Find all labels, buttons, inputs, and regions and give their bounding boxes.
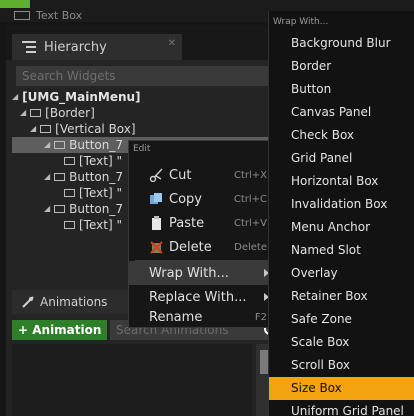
wrap-with-header: Wrap With... <box>273 17 329 27</box>
tree-item-label: [Vertical Box] <box>55 122 136 136</box>
tree-item-label: [Text] " <box>79 186 122 200</box>
widget-icon <box>54 205 66 213</box>
menu-item-label: Replace With... <box>149 289 247 305</box>
hierarchy-tabbar: Hierarchy ✕ <box>6 26 270 60</box>
search-widgets-placeholder: Search Widgets <box>22 69 116 83</box>
animations-tab-label: Animations <box>40 295 108 309</box>
scissors-icon <box>149 168 163 182</box>
widget-icon <box>64 221 75 229</box>
context-menu-header: Edit <box>133 144 151 154</box>
menu-item-delete[interactable]: Delete Delete <box>129 235 277 259</box>
tree-item[interactable]: ◢ [UMG_MainMenu] <box>12 89 270 105</box>
menu-item-label: Wrap With... <box>149 265 229 281</box>
search-widgets-input[interactable]: Search Widgets <box>16 66 268 86</box>
widget-icon <box>54 141 66 149</box>
tree-item-label: Button_7 <box>69 138 123 152</box>
tab-hierarchy[interactable]: Hierarchy ✕ <box>12 34 182 60</box>
wrap-option[interactable]: Safe Zone <box>269 308 414 331</box>
wrap-option[interactable]: Grid Panel <box>269 147 414 170</box>
hierarchy-tab-label: Hierarchy <box>44 39 107 55</box>
animations-list <box>12 344 252 416</box>
menu-item-label: Rename <box>149 309 203 325</box>
widget-icon <box>64 157 75 165</box>
expand-arrow-icon[interactable]: ◢ <box>30 121 36 137</box>
wrap-option[interactable]: Background Blur <box>269 32 414 55</box>
menu-item-label: Paste <box>169 215 205 231</box>
menu-item-label: Delete <box>169 239 212 255</box>
menu-item-shortcut: Ctrl+V <box>233 217 267 229</box>
wrap-option[interactable]: Scroll Box <box>269 354 414 377</box>
scrollbar-thumb[interactable] <box>260 350 268 374</box>
wrap-with-submenu: Wrap With... Background Blur Border Button… <box>268 11 414 416</box>
tab-animations[interactable]: Animations <box>12 290 132 314</box>
wrap-option[interactable]: Menu Anchor <box>269 216 414 239</box>
tree-item-label: [UMG_MainMenu] <box>22 90 141 104</box>
menu-item-copy[interactable]: Copy Ctrl+C <box>129 187 277 211</box>
expand-arrow-icon[interactable]: ◢ <box>44 137 50 153</box>
expand-arrow-icon[interactable]: ◢ <box>20 105 26 121</box>
hierarchy-icon <box>22 41 36 53</box>
wrap-option[interactable]: Overlay <box>269 262 414 285</box>
widget-icon <box>30 109 42 117</box>
delete-icon <box>150 241 163 254</box>
context-menu: Edit Cut Ctrl+X Copy Ctrl+C Paste Ctrl+V… <box>128 140 278 328</box>
tree-item-label: [Border] <box>45 106 95 120</box>
copy-icon <box>150 193 162 204</box>
menu-item-rename[interactable]: Rename F2 <box>129 305 277 329</box>
animations-icon <box>22 296 34 308</box>
tree-item-label: Button_7 <box>69 202 123 216</box>
menu-item-wrap-with[interactable]: Wrap With... <box>129 261 277 285</box>
wrap-option[interactable]: Horizontal Box <box>269 170 414 193</box>
expand-arrow-icon[interactable]: ◢ <box>12 89 18 105</box>
tree-item-label: Button_7 <box>69 170 123 184</box>
text-box-tab[interactable]: Text Box <box>14 9 82 22</box>
menu-item-shortcut: Ctrl+C <box>233 193 267 205</box>
menu-item-label: Copy <box>169 191 202 207</box>
tree-item-label: [Text] " <box>79 218 122 232</box>
tree-item[interactable]: ◢ [Vertical Box] <box>12 121 270 137</box>
wrap-option[interactable]: Button <box>269 78 414 101</box>
menu-item-shortcut: Delete <box>234 241 267 253</box>
menu-item-shortcut: F2 <box>254 311 267 323</box>
text-box-label: Text Box <box>36 9 83 22</box>
wrap-option[interactable]: Retainer Box <box>269 285 414 308</box>
wrap-option[interactable]: Named Slot <box>269 239 414 262</box>
expand-arrow-icon[interactable]: ◢ <box>44 169 50 185</box>
widget-icon <box>64 189 75 197</box>
tree-item-label: [Text] " <box>79 154 122 168</box>
tree-item[interactable]: ◢ [Border] <box>12 105 270 121</box>
wrap-option[interactable]: Scale Box <box>269 331 414 354</box>
paste-icon <box>152 216 161 230</box>
accent-square <box>0 0 30 8</box>
wrap-option[interactable]: Border <box>269 55 414 78</box>
wrap-option[interactable]: Invalidation Box <box>269 193 414 216</box>
add-animation-button[interactable]: + Animation <box>12 320 108 340</box>
widget-icon <box>54 173 66 181</box>
close-icon[interactable]: ✕ <box>168 38 176 49</box>
wrap-option[interactable]: Uniform Grid Panel <box>269 400 414 416</box>
wrap-option[interactable]: Canvas Panel <box>269 101 414 124</box>
menu-item-label: Cut <box>169 167 192 183</box>
menu-item-shortcut: Ctrl+X <box>233 169 267 181</box>
wrap-option[interactable]: Check Box <box>269 124 414 147</box>
menu-item-paste[interactable]: Paste Ctrl+V <box>129 211 277 235</box>
widget-icon <box>40 125 52 133</box>
text-box-icon <box>14 11 30 20</box>
wrap-option[interactable]: Size Box <box>269 377 414 400</box>
expand-arrow-icon[interactable]: ◢ <box>44 201 50 217</box>
menu-item-cut[interactable]: Cut Ctrl+X <box>129 163 277 187</box>
